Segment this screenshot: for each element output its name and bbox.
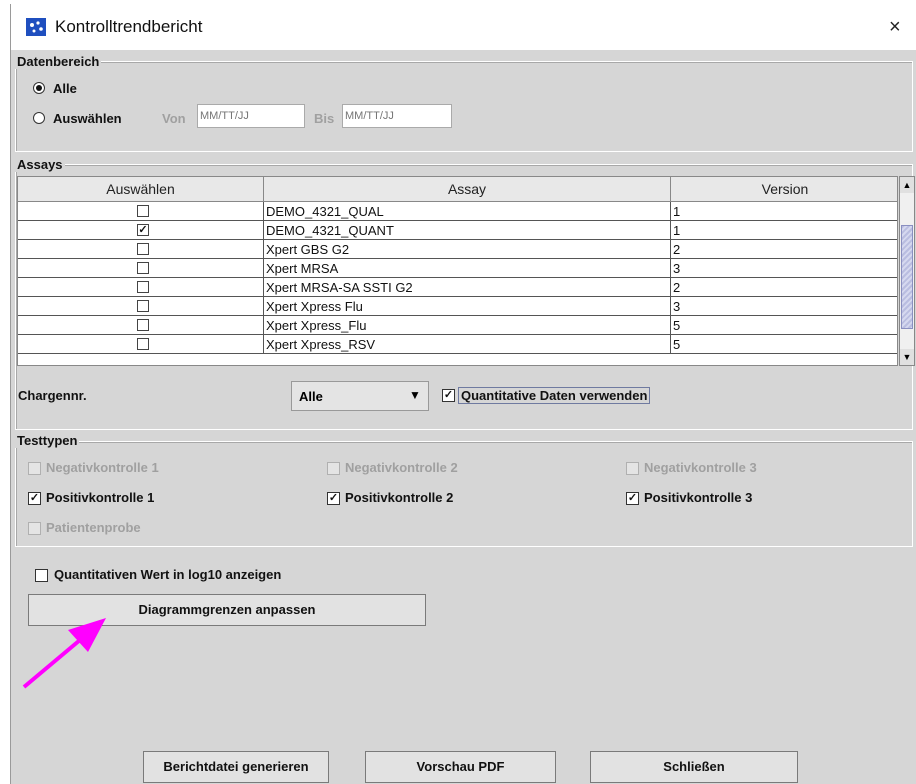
pos3-label: Positivkontrolle 3 <box>644 490 753 505</box>
row-version: 2 <box>673 280 681 295</box>
row-select-checkbox[interactable] <box>137 319 149 331</box>
scroll-thumb[interactable] <box>901 225 913 329</box>
close-icon[interactable]: × <box>889 16 901 39</box>
table-header: Auswählen Assay Version <box>18 177 897 202</box>
neg3-label: Negativkontrolle 3 <box>644 460 757 475</box>
generate-report-button[interactable]: Berichtdatei generieren <box>143 751 329 783</box>
from-date-field[interactable] <box>197 104 305 128</box>
table-row[interactable]: Xpert GBS G2 2 <box>18 240 897 259</box>
radio-all-label: Alle <box>53 81 77 96</box>
pos3-checkbox[interactable]: ✓ <box>626 492 639 505</box>
table-row[interactable]: Xpert Xpress_RSV 5 <box>18 335 897 354</box>
neg3-checkbox[interactable] <box>626 462 639 475</box>
row-version: 1 <box>673 223 681 238</box>
log10-label: Quantitativen Wert in log10 anzeigen <box>54 567 282 582</box>
row-version: 3 <box>673 299 681 314</box>
table-row[interactable]: Xpert Xpress_Flu 5 <box>18 316 897 335</box>
neg1-label: Negativkontrolle 1 <box>46 460 159 475</box>
table-scrollbar[interactable]: ▲ ▼ <box>899 176 915 366</box>
row-version: 5 <box>673 337 681 352</box>
row-assay-name: Xpert Xpress Flu <box>264 297 671 316</box>
preview-pdf-button[interactable]: Vorschau PDF <box>365 751 556 783</box>
patient-checkbox[interactable] <box>28 522 41 535</box>
table-row[interactable]: DEMO_4321_QUAL 1 <box>18 202 897 221</box>
col-header-select[interactable]: Auswählen <box>18 177 264 202</box>
row-select-checkbox[interactable] <box>137 281 149 293</box>
row-select-cell: ✓ <box>18 221 264 240</box>
radio-all[interactable] <box>33 82 45 94</box>
app-icon <box>26 18 46 36</box>
date-range-legend: Datenbereich <box>15 54 102 69</box>
radio-select-label: Auswählen <box>53 111 122 126</box>
lot-dropdown-value: Alle <box>299 389 323 404</box>
radio-select[interactable] <box>33 112 45 124</box>
col-header-version[interactable]: Version <box>671 177 897 202</box>
row-assay-name: Xpert MRSA <box>264 259 671 278</box>
row-select-checkbox[interactable] <box>137 338 149 350</box>
quant-data-label: Quantitative Daten verwenden <box>458 387 651 404</box>
lot-label: Chargennr. <box>18 388 87 403</box>
table-row[interactable]: ✓ DEMO_4321_QUANT 1 <box>18 221 897 240</box>
pos1-checkbox[interactable]: ✓ <box>28 492 41 505</box>
assays-table: Auswählen Assay Version DEMO_4321_QUAL 1 ✓… <box>17 176 898 366</box>
scroll-up-icon[interactable]: ▲ <box>900 177 914 193</box>
row-select-cell <box>18 297 264 316</box>
date-range-group <box>15 61 913 152</box>
neg2-label: Negativkontrolle 2 <box>345 460 458 475</box>
row-select-checkbox[interactable] <box>137 300 149 312</box>
dropdown-arrow-icon: ▼ <box>409 388 421 402</box>
neg2-checkbox[interactable] <box>327 462 340 475</box>
row-select-cell <box>18 202 264 221</box>
row-version: 3 <box>673 261 681 276</box>
table-row[interactable]: Xpert MRSA-SA SSTI G2 2 <box>18 278 897 297</box>
row-select-cell <box>18 259 264 278</box>
row-assay-name: Xpert GBS G2 <box>264 240 671 259</box>
row-select-cell <box>18 278 264 297</box>
title-bar: Kontrolltrendbericht × <box>11 4 916 50</box>
assays-legend: Assays <box>15 157 65 172</box>
row-select-cell <box>18 240 264 259</box>
close-button[interactable]: Schließen <box>590 751 798 783</box>
test-types-legend: Testtypen <box>15 433 80 448</box>
row-version: 1 <box>673 204 681 219</box>
log10-checkbox[interactable] <box>35 569 48 582</box>
quant-data-checkbox[interactable]: ✓ <box>442 389 455 402</box>
neg1-checkbox[interactable] <box>28 462 41 475</box>
row-assay-name: Xpert Xpress_Flu <box>264 316 671 335</box>
patient-label: Patientenprobe <box>46 520 141 535</box>
from-label: Von <box>162 111 186 126</box>
pos1-label: Positivkontrolle 1 <box>46 490 155 505</box>
row-version: 5 <box>673 318 681 333</box>
row-version: 2 <box>673 242 681 257</box>
row-assay-name: DEMO_4321_QUANT <box>264 221 671 240</box>
row-select-checkbox[interactable] <box>137 262 149 274</box>
lot-dropdown[interactable]: Alle ▼ <box>291 381 429 411</box>
to-date-field[interactable] <box>342 104 452 128</box>
chart-limits-button[interactable]: Diagrammgrenzen anpassen <box>28 594 426 626</box>
row-select-cell <box>18 335 264 354</box>
pos2-label: Positivkontrolle 2 <box>345 490 454 505</box>
window-title: Kontrolltrendbericht <box>55 17 203 36</box>
scroll-down-icon[interactable]: ▼ <box>900 349 914 365</box>
to-label: Bis <box>314 111 335 126</box>
row-assay-name: DEMO_4321_QUAL <box>264 202 671 221</box>
row-select-cell <box>18 316 264 335</box>
report-window: Kontrolltrendbericht × Datenbereich Alle… <box>10 4 916 784</box>
row-select-checkbox[interactable]: ✓ <box>137 224 149 236</box>
col-header-assay[interactable]: Assay <box>264 177 671 202</box>
pos2-checkbox[interactable]: ✓ <box>327 492 340 505</box>
row-assay-name: Xpert MRSA-SA SSTI G2 <box>264 278 671 297</box>
row-select-checkbox[interactable] <box>137 243 149 255</box>
table-row[interactable]: Xpert Xpress Flu 3 <box>18 297 897 316</box>
table-row[interactable]: Xpert MRSA 3 <box>18 259 897 278</box>
row-assay-name: Xpert Xpress_RSV <box>264 335 671 354</box>
row-select-checkbox[interactable] <box>137 205 149 217</box>
